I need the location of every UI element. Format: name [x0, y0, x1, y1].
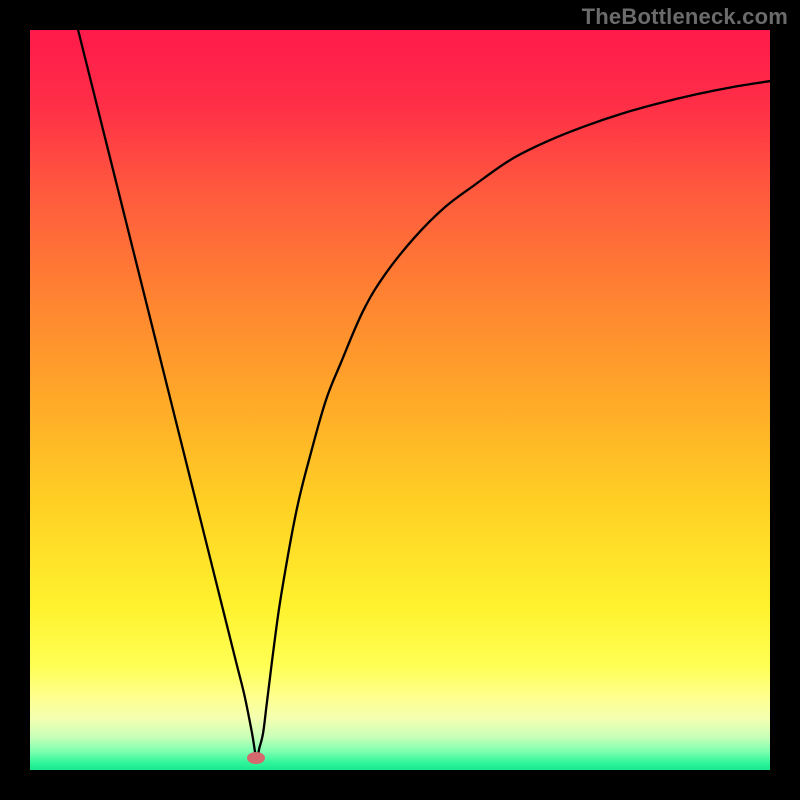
watermark-text: TheBottleneck.com [582, 4, 788, 30]
plot-area [30, 30, 770, 770]
chart-svg [30, 30, 770, 770]
outer-frame: TheBottleneck.com [0, 0, 800, 800]
minimum-marker [247, 752, 265, 764]
gradient-background [30, 30, 770, 770]
